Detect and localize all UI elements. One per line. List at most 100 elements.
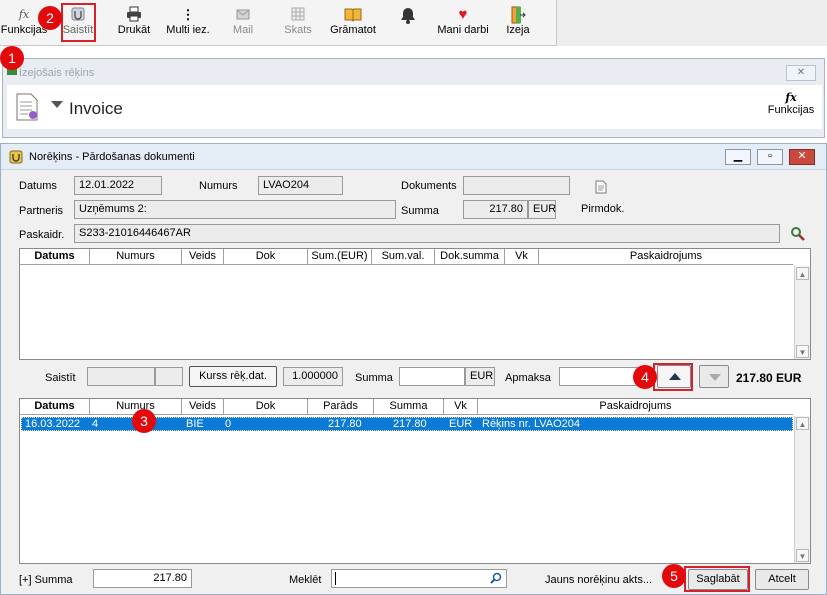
move-down-button[interactable] [699,365,729,388]
scroll-up-icon[interactable]: ▲ [796,267,809,280]
paskaidr-field[interactable]: S233-21016446467AR [74,224,780,243]
saistit-field-1 [87,367,155,386]
minimize-icon: ▁ [733,150,743,162]
bell-icon [396,6,420,24]
numurs-label: Numurs [199,180,238,192]
toolbar-drukat-label: Drukāt [117,24,151,36]
lower-col-datums[interactable]: Datums [20,399,90,415]
settlement-window: Norēķins - Pārdošanas dokumenti ▁ ▫ ✕ Da… [0,143,827,595]
upper-col-datums[interactable]: Datums [20,249,90,265]
outer-window: Izejošais rēķins ✕ Invoice fx Funkcijas [2,58,825,138]
upper-col-vk[interactable]: Vk [505,249,539,265]
kurss-rek-dat-button[interactable]: Kurss rēķ.dat. [189,366,277,387]
more-icon: ⋮ [181,7,195,22]
dokuments-field[interactable] [463,176,570,195]
upper-grid-header: Datums Numurs Veids Dok Sum.(EUR) Sum.va… [20,249,793,265]
main-toolbar: fx Funkcijas Saistīt Drukāt ⋮ Multi iez.… [0,0,827,46]
scroll-down-icon[interactable]: ▼ [796,549,809,562]
cell-numurs: 4 [92,418,99,430]
jauns-norekinu-akts-link[interactable]: Jauns norēķinu akts... [545,574,652,586]
maximize-icon: ▫ [768,150,772,162]
invoice-header-bar: Invoice fx Funkcijas [7,85,822,129]
pirmdok-label[interactable]: Pirmdok. [581,203,624,215]
meklet-label: Meklēt [289,574,322,586]
cancel-button[interactable]: Atcelt [755,569,809,590]
lower-col-dok[interactable]: Dok [224,399,308,415]
kurss-field[interactable]: 1.000000 [283,367,343,386]
marker-1: 1 [0,46,24,70]
toolbar-mani-darbi-label: Mani darbi [437,24,489,36]
invoice-dropdown-icon[interactable] [51,101,63,108]
cell-paskaidrojums: Rēķins nr. LVAO204 [482,418,581,430]
toolbar-skats-label: Skats [284,24,312,36]
marker-2: 2 [38,6,62,30]
lower-col-veids[interactable]: Veids [182,399,224,415]
toolbar-mani-darbi-button[interactable]: ♥ Mani darbi [434,4,492,42]
text-cursor [335,572,336,585]
settlement-window-titlebar: Norēķins - Pārdošanas dokumenti ▁ ▫ ✕ [1,144,826,170]
upper-col-sum-eur[interactable]: Sum.(EUR) [308,249,372,265]
outer-close-button[interactable]: ✕ [786,65,816,81]
upper-col-numurs[interactable]: Numurs [90,249,182,265]
summa-label: Summa [401,205,439,217]
lower-col-summa[interactable]: Summa [374,399,444,415]
footer-summa-field: 217.80 [93,569,192,588]
upper-col-dok-summa[interactable]: Dok.summa [435,249,505,265]
exit-icon [502,6,534,24]
upper-col-sum-val[interactable]: Sum.val. [372,249,435,265]
saistit-field-2 [155,367,183,386]
cell-dok: 0 [225,418,232,430]
lower-col-paskaidrojums[interactable]: Paskaidrojums [478,399,793,415]
toolbar-mail-button[interactable]: Mail [224,4,262,42]
heart-icon: ♥ [458,6,468,23]
minimize-button[interactable]: ▁ [725,149,751,165]
marker-4: 4 [633,365,657,389]
close-icon: ✕ [796,67,806,78]
apmaksa-label: Apmaksa [505,372,551,384]
toolbar-mail-label: Mail [232,24,254,36]
book-icon [328,6,378,24]
toolbar-bell-button[interactable] [396,4,420,42]
toolbar-izeja-label: Izeja [506,24,530,36]
middle-summa-field[interactable] [399,367,465,386]
summa-field: 217.80 [463,200,528,219]
search-icon[interactable] [490,572,502,587]
document-icon [15,93,39,124]
search-icon[interactable] [790,226,806,245]
upper-grid-scrollbar[interactable]: ▲ ▼ [794,266,810,359]
dokuments-label: Dokuments [401,180,457,192]
footer-summa-label: [+] Summa [19,574,73,586]
upper-col-paskaidrojums[interactable]: Paskaidrojums [539,249,793,265]
scroll-up-icon[interactable]: ▲ [796,417,809,430]
close-button[interactable]: ✕ [789,149,815,165]
settlement-window-title: Norēķins - Pārdošanas dokumenti [29,151,195,163]
toolbar-izeja-button[interactable]: Izeja [502,4,534,42]
saistit-label: Saistīt [45,372,76,384]
marker-3: 3 [132,409,156,433]
functions-button[interactable]: fx Funkcijas [766,91,816,116]
lower-grid-scrollbar[interactable]: ▲ ▼ [794,416,810,563]
toolbar-skats-button[interactable]: Skats [278,4,318,42]
lower-col-parads[interactable]: Parāds [308,399,374,415]
toolbar-gramatot-button[interactable]: Grāmatot [328,4,378,42]
cell-parads: 217.80 [328,418,362,430]
marker-5: 5 [662,564,686,588]
toolbar-drukat-button[interactable]: Drukāt [112,4,156,42]
view-icon [278,6,318,24]
upper-col-dok[interactable]: Dok [224,249,308,265]
partneris-label: Partneris [19,205,64,217]
lower-col-vk[interactable]: Vk [444,399,478,415]
datums-field[interactable]: 12.01.2022 [74,176,162,195]
highlight-saistit [61,3,96,42]
partneris-field[interactable]: Uzņēmums 2: [74,200,396,219]
meklet-input[interactable] [331,569,507,588]
pirmdok-icon[interactable] [595,180,607,197]
upper-col-veids[interactable]: Veids [182,249,224,265]
maximize-button[interactable]: ▫ [757,149,783,165]
scroll-down-icon[interactable]: ▼ [796,345,809,358]
toolbar-multi-label: Multi iez. [166,24,210,36]
invoice-title: Invoice [69,99,123,118]
toolbar-gramatot-label: Grāmatot [330,24,376,36]
numurs-field[interactable]: LVAO204 [258,176,343,195]
toolbar-multi-button[interactable]: ⋮ Multi iez. [164,4,212,42]
